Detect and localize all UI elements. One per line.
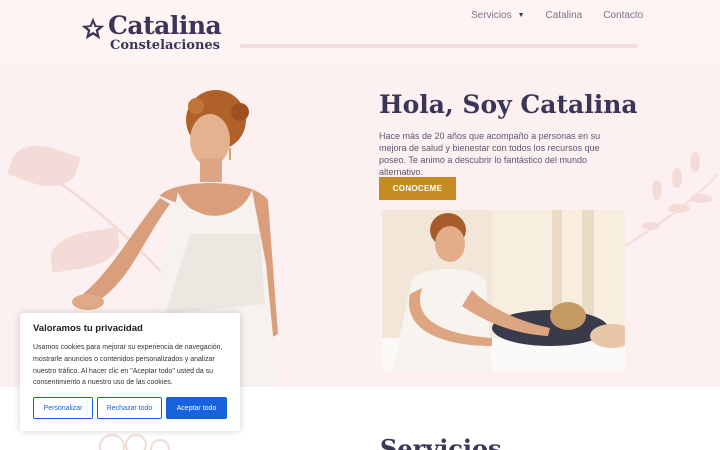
cookie-title: Valoramos tu privacidad [33,323,143,334]
caret-down-icon: ▼ [517,12,525,19]
nav-item-label: Catalina [545,10,583,21]
nav-item-catalina[interactable]: Catalina [546,10,583,21]
services-heading: Servicios [380,434,502,450]
logo-title: Catalina [108,11,222,40]
logo-subtitle: Constelaciones [110,38,220,53]
nav-item-servicios[interactable]: Servicios ▼ [471,10,525,21]
customize-button[interactable]: Personalizar [33,397,93,419]
nav-item-contacto[interactable]: Contacto [603,10,643,21]
cookie-consent-banner: Valoramos tu privacidad Usamos cookies p… [20,313,240,431]
nav-item-label: Servicios [471,10,512,21]
branch-decoration [624,173,719,247]
main-nav: Servicios ▼ Catalina Contacto [471,10,664,21]
hero-intro: Hace más de 20 años que acompaño a perso… [379,131,601,177]
massage-photo-image [382,210,625,371]
cookie-actions: Personalizar Rechazar todo Aceptar todo [33,397,231,419]
star-icon [81,17,105,40]
reject-all-button[interactable]: Rechazar todo [97,397,162,419]
cookie-text: Usamos cookies para mejorar su experienc… [33,344,223,387]
conoceme-button[interactable]: CONOCEME [379,177,456,200]
site-header: Catalina Constelaciones Servicios ▼ Cata… [0,0,720,64]
nav-item-label: Contacto [603,10,644,21]
hero-heading: Hola, Soy Catalina [379,90,638,119]
accept-all-button[interactable]: Aceptar todo [166,397,227,419]
nav-divider [240,44,638,48]
logo[interactable]: Catalina Constelaciones [80,11,222,53]
